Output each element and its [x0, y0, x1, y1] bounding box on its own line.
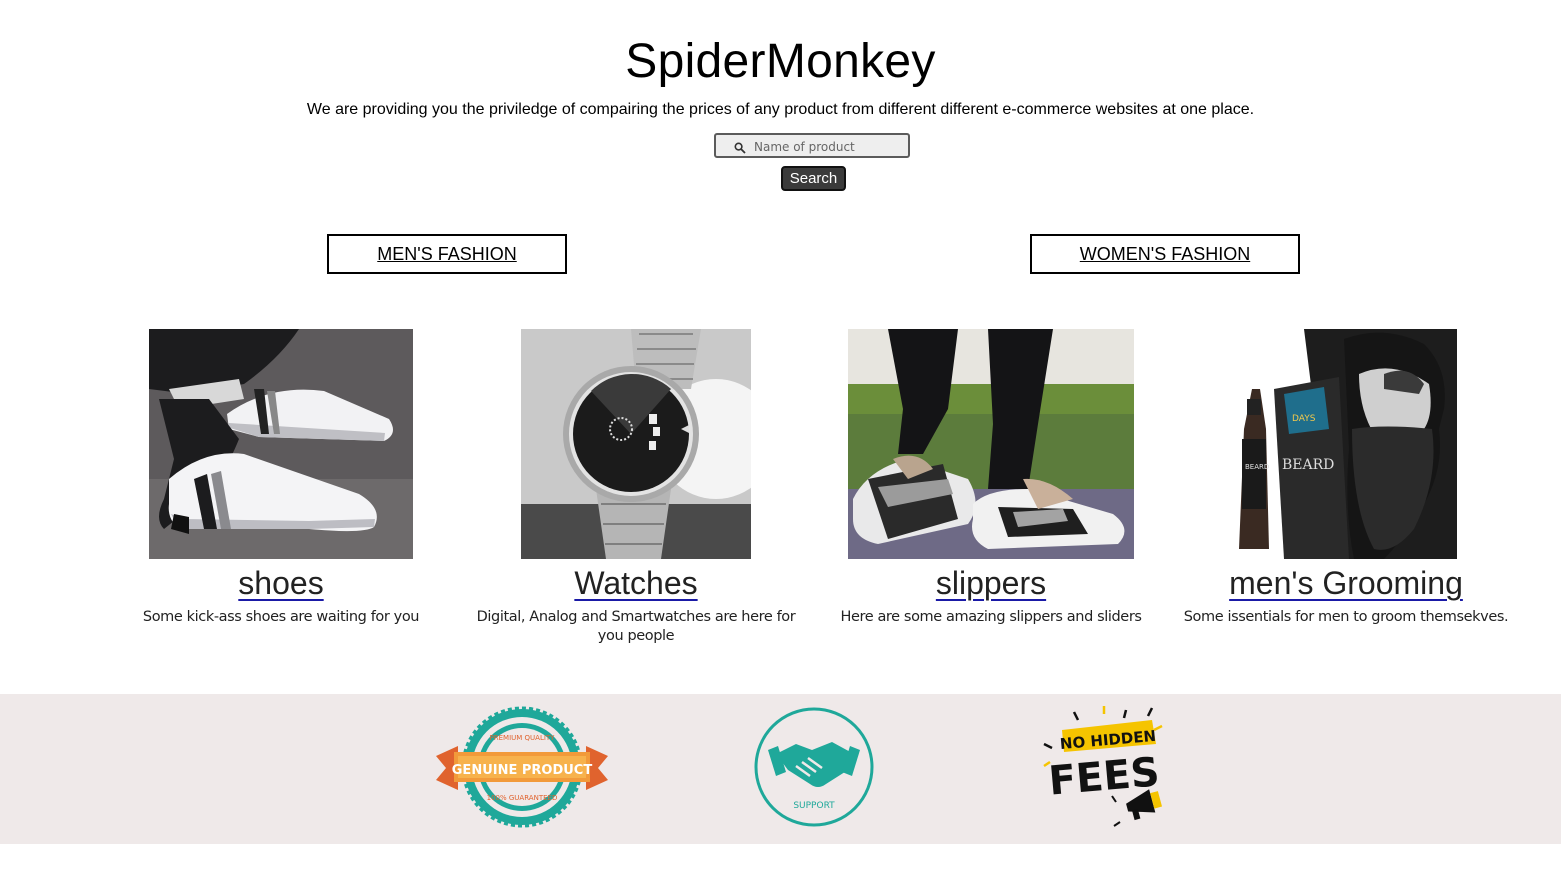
search-button[interactable]: Search: [781, 166, 846, 191]
shoes-title-link[interactable]: shoes: [149, 565, 413, 602]
mens-fashion-link[interactable]: MEN'S FASHION: [327, 234, 567, 274]
slippers-description: Here are some amazing slippers and slide…: [840, 609, 1142, 625]
mens-grooming-description: Some issentials for men to groom themsek…: [1183, 609, 1509, 625]
premium-quality-text: PREMIUM QUALITY: [490, 734, 556, 742]
genuine-product-badge: GENUINE PRODUCT PREMIUM QUALITY 100% GUA…: [436, 706, 608, 828]
shoes-description: Some kick-ass shoes are waiting for you: [142, 609, 420, 625]
search-box[interactable]: [714, 133, 910, 158]
footer-trust-bar: GENUINE PRODUCT PREMIUM QUALITY 100% GUA…: [0, 694, 1561, 844]
site-title: SpiderMonkey: [625, 35, 936, 88]
watches-title-link[interactable]: Watches: [521, 565, 751, 602]
slippers-image[interactable]: [848, 329, 1134, 559]
search-icon: [734, 141, 746, 159]
slippers-title-link[interactable]: slippers: [848, 565, 1134, 602]
site-tagline: We are providing you the priviledge of c…: [306, 101, 1255, 118]
search-input[interactable]: [754, 137, 904, 156]
guaranteed-text: 100% GUARANTEED: [487, 794, 558, 802]
no-hidden-fees-badge: NO HIDDEN FEES: [1040, 704, 1170, 832]
support-badge: SUPPORT: [748, 706, 880, 828]
support-text: SUPPORT: [793, 801, 835, 811]
handshake-icon: [768, 742, 860, 787]
svg-text:DAYS: DAYS: [1292, 414, 1316, 424]
womens-fashion-link[interactable]: WOMEN'S FASHION: [1030, 234, 1300, 274]
watches-description: Digital, Analog and Smartwatches are her…: [476, 609, 796, 644]
shoes-image[interactable]: [149, 329, 413, 559]
mens-grooming-image[interactable]: DAYS BEARD BEARD: [1234, 329, 1457, 559]
mens-grooming-title-link[interactable]: men's Grooming: [1206, 565, 1486, 602]
svg-text:BEARD: BEARD: [1245, 463, 1269, 471]
svg-text:BEARD: BEARD: [1282, 457, 1334, 473]
genuine-product-text: GENUINE PRODUCT: [452, 763, 593, 778]
watches-image[interactable]: [521, 329, 751, 559]
